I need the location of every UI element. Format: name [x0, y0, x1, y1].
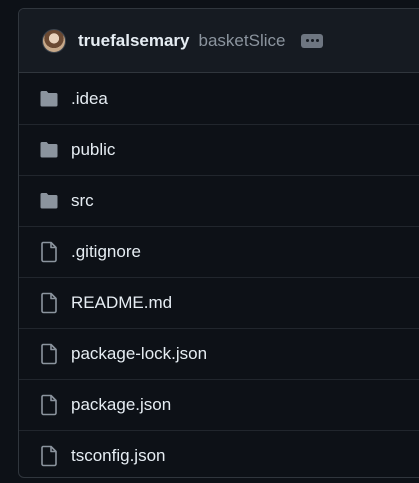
kebab-horizontal-icon[interactable]	[301, 33, 324, 48]
file-name-link[interactable]: package.json	[71, 395, 171, 415]
file-icon	[38, 343, 60, 365]
file-name-link[interactable]: package-lock.json	[71, 344, 207, 364]
file-name-link[interactable]: .idea	[71, 89, 108, 109]
author-avatar[interactable]	[42, 28, 66, 53]
file-row-public[interactable]: public	[19, 124, 419, 175]
latest-commit-header: truefalsemary basketSlice	[19, 9, 419, 73]
file-name-link[interactable]: src	[71, 191, 94, 211]
file-row-idea[interactable]: .idea	[19, 73, 419, 124]
file-name-link[interactable]: README.md	[71, 293, 172, 313]
folder-icon	[38, 88, 60, 110]
file-row-gitignore[interactable]: .gitignore	[19, 226, 419, 277]
file-row-package-lock-json[interactable]: package-lock.json	[19, 328, 419, 379]
file-icon	[38, 292, 60, 314]
file-name-link[interactable]: public	[71, 140, 115, 160]
file-name-link[interactable]: .gitignore	[71, 242, 141, 262]
file-row-package-json[interactable]: package.json	[19, 379, 419, 430]
file-browser-panel: truefalsemary basketSlice .idea public src…	[18, 8, 419, 478]
folder-icon	[38, 190, 60, 212]
file-list: .idea public src .gitignore README.md package…	[19, 73, 419, 477]
commit-author[interactable]: truefalsemary	[78, 31, 190, 51]
file-row-readme-md[interactable]: README.md	[19, 277, 419, 328]
file-icon	[38, 241, 60, 263]
folder-icon	[38, 139, 60, 161]
commit-message[interactable]: basketSlice	[199, 31, 286, 51]
file-icon	[38, 445, 60, 467]
file-icon	[38, 394, 60, 416]
file-row-tsconfig-json[interactable]: tsconfig.json	[19, 430, 419, 477]
file-row-src[interactable]: src	[19, 175, 419, 226]
file-name-link[interactable]: tsconfig.json	[71, 446, 166, 466]
